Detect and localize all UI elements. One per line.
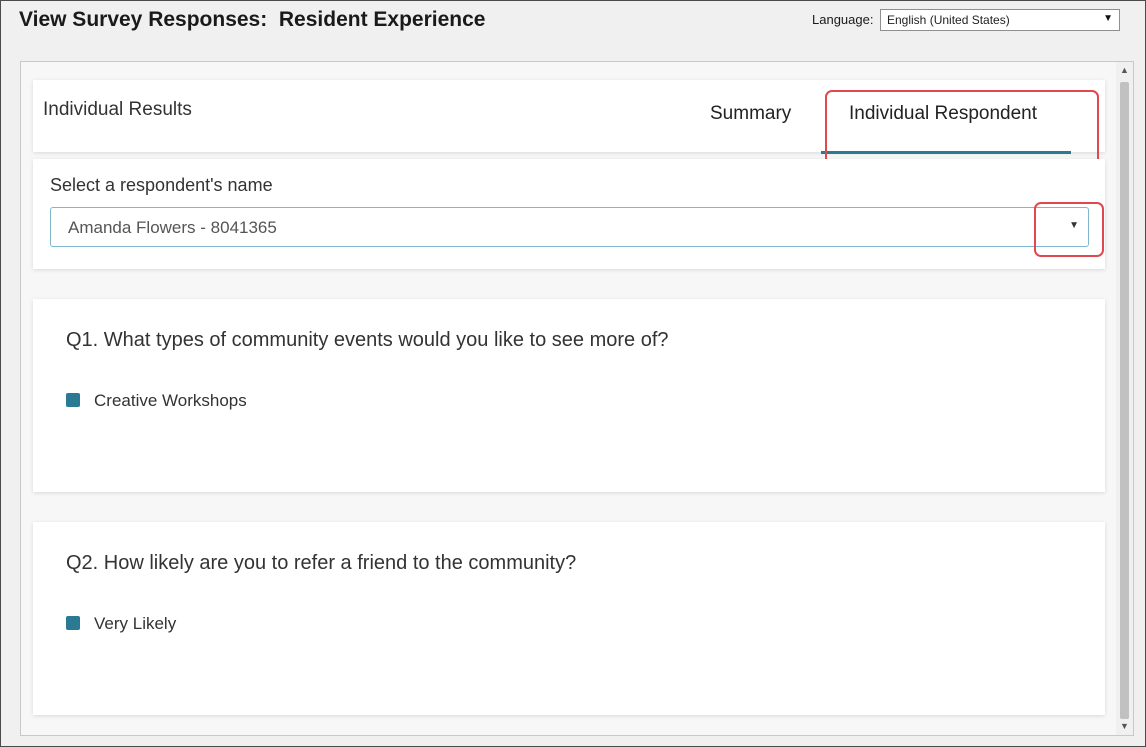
- answer-swatch-icon: [66, 393, 80, 407]
- question-card: Q1. What types of community events would…: [33, 299, 1105, 492]
- language-select[interactable]: English (United States) ▼: [880, 9, 1120, 31]
- content-frame: Individual Results Summary Individual Re…: [20, 61, 1134, 736]
- answer-text: Creative Workshops: [94, 391, 247, 410]
- answer-swatch-icon: [66, 616, 80, 630]
- scroll-up-arrow-icon[interactable]: ▲: [1116, 62, 1133, 79]
- answer-text: Very Likely: [94, 614, 177, 633]
- scroll-down-arrow-icon[interactable]: ▼: [1116, 718, 1133, 735]
- vertical-scrollbar[interactable]: ▲ ▼: [1116, 62, 1133, 735]
- answer-item: Creative Workshops: [66, 391, 247, 411]
- survey-window: View Survey Responses: Resident Experien…: [0, 0, 1146, 747]
- page-title: View Survey Responses: Resident Experien…: [19, 8, 486, 31]
- question-text: Q1. What types of community events would…: [66, 329, 669, 351]
- title-bar: View Survey Responses: Resident Experien…: [1, 1, 1145, 39]
- respondent-select-label: Select a respondent's name: [50, 175, 273, 195]
- language-select-value: English (United States): [887, 13, 1010, 27]
- question-text: Q2. How likely are you to refer a friend…: [66, 552, 577, 574]
- answer-item: Very Likely: [66, 614, 176, 634]
- tab-highlight-annotation: [825, 90, 1099, 170]
- chevron-down-icon: ▼: [1103, 13, 1113, 24]
- respondent-select[interactable]: Amanda Flowers - 8041365 ▼: [50, 207, 1089, 247]
- question-card: Q2. How likely are you to refer a friend…: [33, 522, 1105, 715]
- language-label: Language:: [812, 12, 874, 27]
- select-highlight-annotation: [1034, 202, 1104, 257]
- tab-summary[interactable]: Summary: [710, 103, 791, 125]
- respondent-select-value: Amanda Flowers - 8041365: [68, 218, 277, 237]
- individual-results-title: Individual Results: [43, 99, 192, 120]
- scrollbar-thumb[interactable]: [1120, 82, 1129, 719]
